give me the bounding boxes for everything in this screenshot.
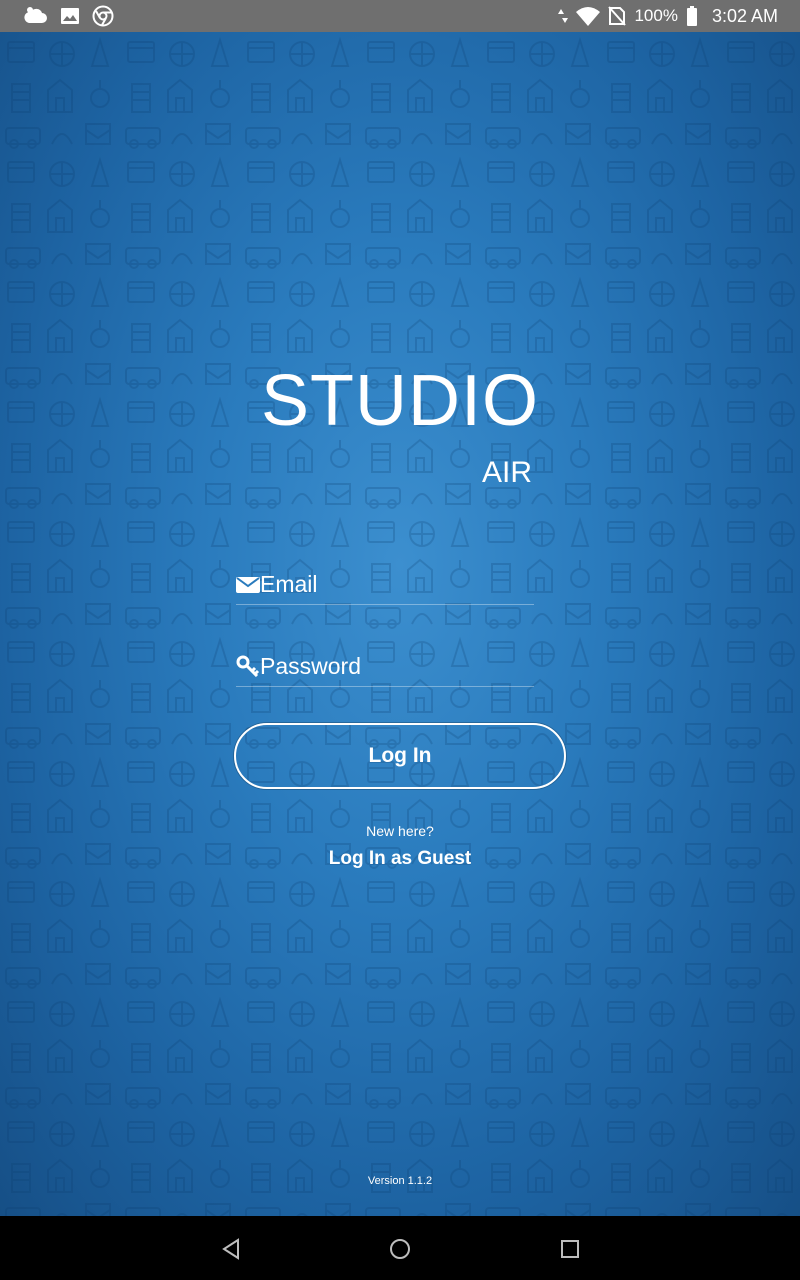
new-here-text: New here? [366, 823, 434, 839]
recents-icon [561, 1240, 579, 1258]
login-screen: STUDIO AIR Log In New here? Log In as Gu… [0, 32, 800, 1216]
app-subtitle: AIR [482, 456, 533, 489]
home-button[interactable] [385, 1234, 415, 1264]
clock: 3:02 AM [711, 5, 778, 26]
battery-percent: 100% [634, 6, 678, 25]
status-left-icons [0, 5, 114, 27]
password-input[interactable] [260, 652, 556, 680]
email-field [236, 564, 556, 605]
back-icon [222, 1238, 239, 1260]
back-button[interactable] [216, 1234, 246, 1264]
navigation-bar [0, 1216, 800, 1280]
cloud-icon [24, 7, 47, 23]
app-title: STUDIO [260, 361, 539, 441]
login-button[interactable]: Log In [234, 723, 566, 789]
version-text: Version 1.1.2 [367, 1175, 433, 1187]
recents-button[interactable] [555, 1234, 585, 1264]
chrome-icon [92, 5, 114, 27]
no-sim-icon [608, 6, 627, 26]
wifi-icon [576, 7, 601, 26]
envelope-icon [236, 575, 260, 593]
email-input[interactable] [260, 570, 556, 598]
image-icon [61, 8, 79, 24]
guest-login-link[interactable]: Log In as Guest [0, 848, 800, 870]
background-pattern [0, 32, 800, 1216]
key-icon [236, 655, 260, 677]
status-right-icons: 100% 3:02 AM [558, 6, 800, 27]
status-bar: 100% 3:02 AM [0, 0, 800, 32]
battery-icon [686, 6, 697, 26]
password-field [236, 646, 556, 687]
data-arrows-icon [558, 9, 569, 23]
home-icon [390, 1239, 410, 1259]
